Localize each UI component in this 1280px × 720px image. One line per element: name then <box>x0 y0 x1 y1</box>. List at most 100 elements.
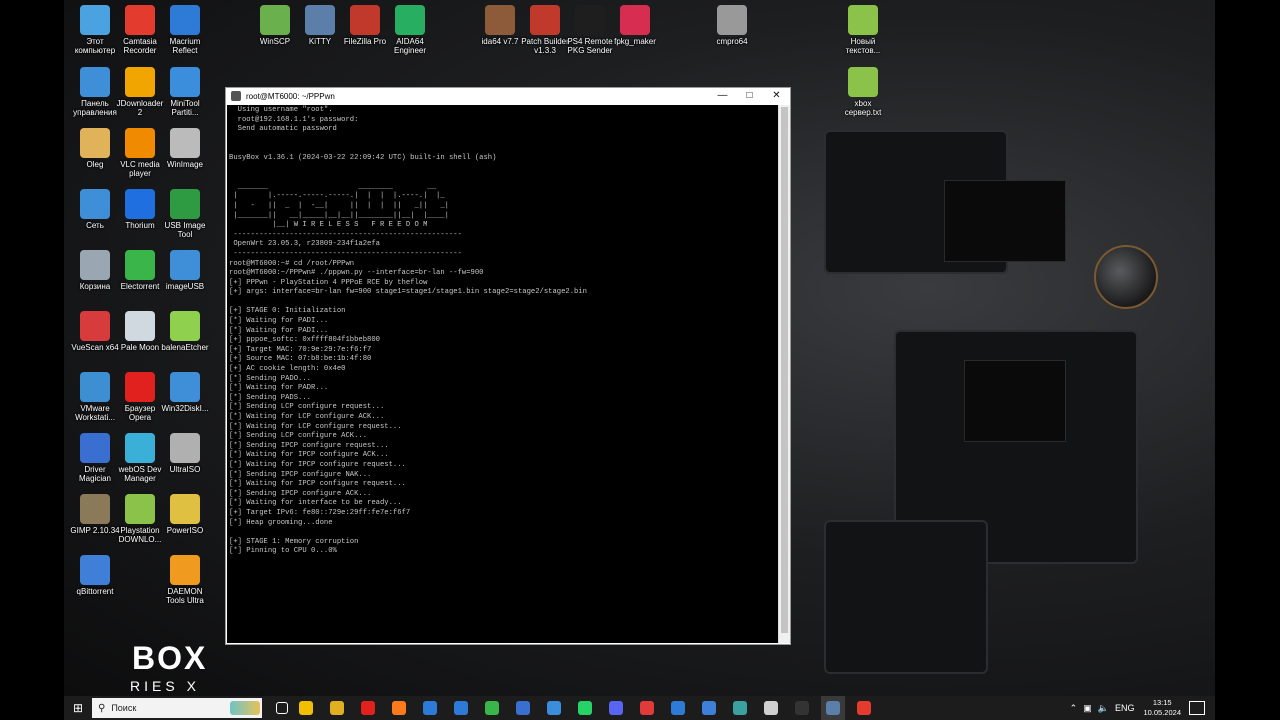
desktop-icon[interactable]: DAEMON Tools Ultra <box>154 555 216 605</box>
window-title: root@MT6000: ~/PPPwn <box>246 91 335 101</box>
app-icon <box>125 433 155 463</box>
desktop-icon-label: USB Image Tool <box>164 221 206 239</box>
app-icon <box>485 5 515 35</box>
desktop-icon[interactable]: Новый текстов... <box>832 5 894 55</box>
desktop-icon-label: Oleg <box>86 160 104 169</box>
app-icon <box>170 555 200 585</box>
taskbar-app-icon <box>330 701 344 715</box>
taskbar-app-icon <box>640 701 654 715</box>
desktop-icon[interactable]: balenaEtcher <box>154 311 216 352</box>
taskbar-app[interactable] <box>697 696 721 720</box>
taskbar-app-icon <box>547 701 561 715</box>
desktop-icon-label: cmpro64 <box>716 37 748 46</box>
app-icon <box>170 311 200 341</box>
desktop-icon-label: xbox сервер.txt <box>844 99 882 117</box>
terminal-output[interactable]: Using username "root". root@192.168.1.1'… <box>227 105 778 643</box>
app-icon <box>125 494 155 524</box>
taskbar-app[interactable] <box>821 696 845 720</box>
desktop-icon-label: ida64 v7.7 <box>481 37 519 46</box>
start-button[interactable]: ⊞ <box>64 696 92 720</box>
network-icon[interactable]: ▣ <box>1083 703 1092 714</box>
app-icon <box>848 67 878 97</box>
desktop-icon[interactable]: Win32DiskI... <box>154 372 216 413</box>
clock[interactable]: 13:15 10.05.2024 <box>1143 698 1181 718</box>
terminal-window[interactable]: root@MT6000: ~/PPPwn — □ ✕ Using usernam… <box>225 87 791 645</box>
desktop-icon[interactable]: USB Image Tool <box>154 189 216 239</box>
window-titlebar[interactable]: root@MT6000: ~/PPPwn — □ ✕ <box>226 88 790 104</box>
taskbar-app[interactable] <box>294 696 318 720</box>
app-icon <box>848 5 878 35</box>
taskbar-app[interactable] <box>449 696 473 720</box>
taskbar-app[interactable] <box>666 696 690 720</box>
language-indicator[interactable]: ENG <box>1115 703 1135 713</box>
desktop-icon-label: Driver Magician <box>78 465 111 483</box>
desktop-icon[interactable]: fpkg_maker <box>604 5 666 46</box>
taskbar: ⊞ ⚲ Поиск ⌃ ▣ 🔈 ENG 13:15 10.05.2024 <box>64 696 1215 720</box>
desktop-icon[interactable]: MiniTool Partiti... <box>154 67 216 117</box>
desktop-icon-label: Macrium Reflect <box>169 37 201 55</box>
taskbar-app-icon <box>733 701 747 715</box>
taskbar-app[interactable] <box>511 696 535 720</box>
taskbar-app[interactable] <box>759 696 783 720</box>
desktop-icon[interactable]: imageUSB <box>154 250 216 291</box>
app-icon <box>80 372 110 402</box>
taskbar-app[interactable] <box>356 696 380 720</box>
taskbar-app[interactable] <box>604 696 628 720</box>
vertical-scrollbar[interactable] <box>778 105 790 643</box>
taskbar-app[interactable] <box>325 696 349 720</box>
app-icon <box>125 311 155 341</box>
taskbar-app[interactable] <box>635 696 659 720</box>
taskbar-app[interactable] <box>418 696 442 720</box>
taskbar-app[interactable] <box>573 696 597 720</box>
volume-icon[interactable]: 🔈 <box>1098 703 1109 714</box>
desktop-icon[interactable]: WinImage <box>154 128 216 169</box>
desktop-icon[interactable]: PowerISO <box>154 494 216 535</box>
notifications-icon[interactable] <box>1189 701 1205 715</box>
desktop-icon-label: Win32DiskI... <box>161 404 209 413</box>
chevron-up-icon[interactable]: ⌃ <box>1070 703 1078 714</box>
desktop-icon[interactable]: UltraISO <box>154 433 216 474</box>
app-icon <box>170 67 200 97</box>
app-icon <box>125 189 155 219</box>
board-chip <box>964 360 1066 442</box>
desktop-icon-label: balenaEtcher <box>161 343 209 352</box>
app-icon <box>80 128 110 158</box>
board-knob <box>1094 245 1158 309</box>
taskbar-app-icon <box>392 701 406 715</box>
app-icon <box>170 494 200 524</box>
app-icon <box>260 5 290 35</box>
clock-time: 13:15 <box>1152 698 1172 707</box>
minimize-button[interactable]: — <box>709 88 736 104</box>
taskbar-app[interactable] <box>480 696 504 720</box>
search-icon: ⚲ <box>98 702 106 714</box>
desktop-icon[interactable]: AIDA64 Engineer <box>379 5 441 55</box>
task-view-button[interactable] <box>270 696 294 720</box>
taskbar-app-icon <box>516 701 530 715</box>
taskbar-app-icon <box>485 701 499 715</box>
desktop-icon-label: MiniTool Partiti... <box>170 99 200 117</box>
app-icon <box>305 5 335 35</box>
taskbar-app[interactable] <box>542 696 566 720</box>
taskbar-app[interactable] <box>790 696 814 720</box>
desktop-icon-label: KiTTY <box>308 37 332 46</box>
app-icon <box>80 555 110 585</box>
maximize-button[interactable]: □ <box>736 88 763 104</box>
desktop-icon-label: Camtasia Recorder <box>123 37 157 55</box>
app-icon <box>395 5 425 35</box>
desktop-icon[interactable]: cmpro64 <box>701 5 763 46</box>
search-box[interactable]: ⚲ Поиск <box>92 698 262 718</box>
taskbar-app-icon <box>764 701 778 715</box>
app-icon <box>125 128 155 158</box>
taskbar-app[interactable] <box>728 696 752 720</box>
desktop-icon[interactable]: qBittorrent <box>64 555 126 596</box>
desktop-icon[interactable]: xbox сервер.txt <box>832 67 894 117</box>
scrollbar-thumb[interactable] <box>781 107 788 633</box>
taskbar-app[interactable] <box>387 696 411 720</box>
board-chip <box>824 520 988 674</box>
desktop-icon-label: Thorium <box>125 221 155 230</box>
desktop-icon[interactable]: Macrium Reflect <box>154 5 216 55</box>
app-icon <box>80 311 110 341</box>
taskbar-app[interactable] <box>852 696 876 720</box>
close-button[interactable]: ✕ <box>763 88 790 104</box>
app-icon <box>170 5 200 35</box>
